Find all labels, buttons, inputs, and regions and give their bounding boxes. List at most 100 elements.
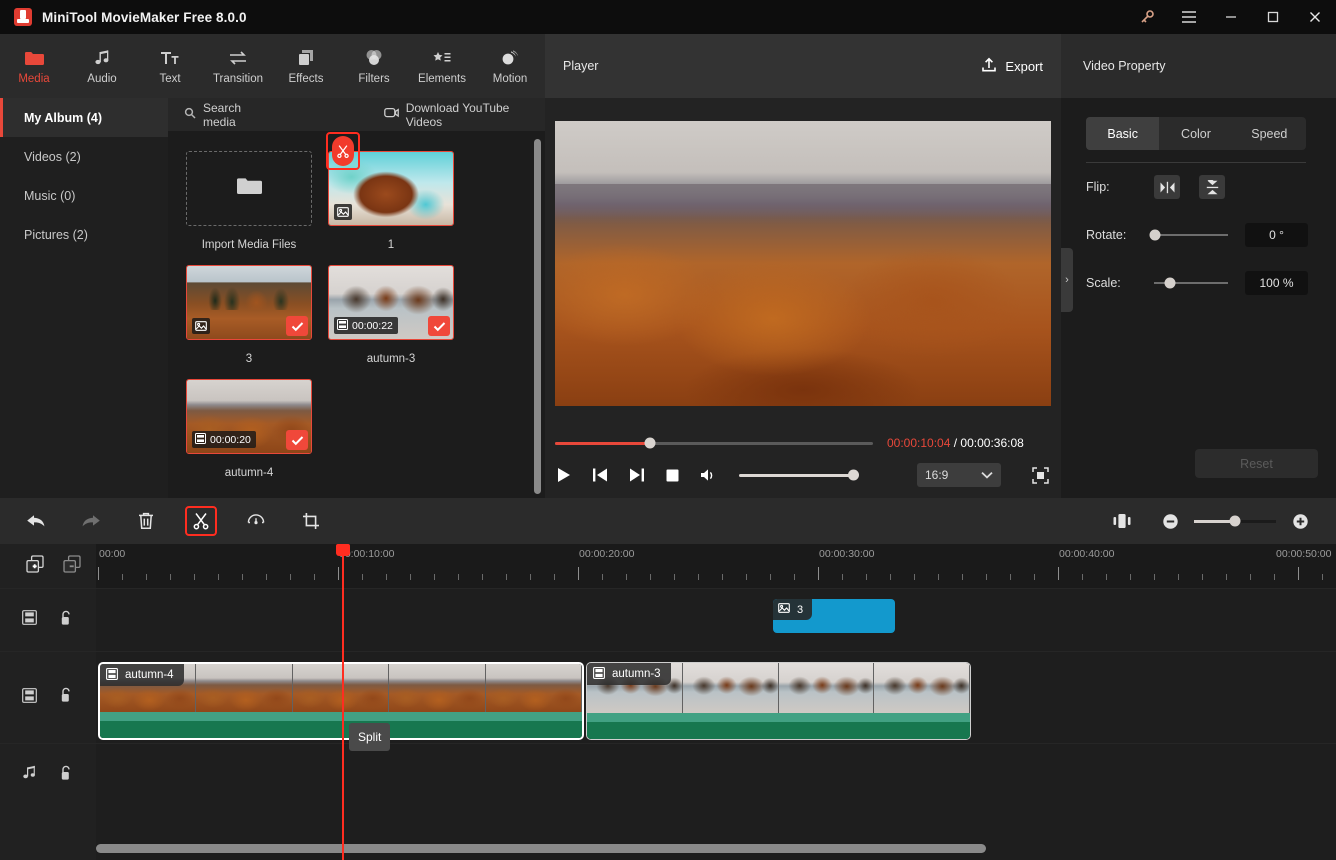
download-youtube-videos-button[interactable]: Download YouTube Videos: [383, 101, 529, 129]
volume-slider[interactable]: [739, 469, 859, 481]
export-button[interactable]: Export: [981, 57, 1043, 76]
unlock-icon[interactable]: [59, 610, 73, 631]
timeline-pip-clip[interactable]: 3: [773, 599, 895, 633]
flip-horizontal-button[interactable]: [1154, 175, 1180, 199]
selected-check-icon[interactable]: [428, 316, 450, 336]
menu-icon[interactable]: [1168, 0, 1210, 34]
property-title: Video Property: [1083, 59, 1166, 73]
unlock-icon[interactable]: [59, 687, 73, 708]
tab-filters[interactable]: Filters: [340, 34, 408, 98]
transition-arrows-icon: [228, 48, 248, 68]
timeline-track-audio-1[interactable]: [96, 743, 1336, 806]
timeline-clip-autumn-4[interactable]: autumn-4: [98, 662, 584, 740]
playhead[interactable]: [336, 544, 350, 860]
ruler-label: 00:00:30:00: [819, 548, 875, 560]
minimize-button[interactable]: [1210, 0, 1252, 34]
media-vertical-scrollbar[interactable]: [534, 139, 541, 494]
maximize-button[interactable]: [1252, 0, 1294, 34]
selected-check-icon[interactable]: [286, 430, 308, 450]
seek-slider[interactable]: [555, 437, 873, 449]
speed-button[interactable]: [240, 506, 272, 536]
redo-button[interactable]: [75, 506, 107, 536]
property-header: Video Property: [1061, 34, 1336, 98]
search-input[interactable]: Search media: [184, 101, 266, 129]
chevron-right-icon: ›: [1065, 274, 1069, 286]
next-frame-button[interactable]: [627, 466, 645, 484]
ruler-tick: [170, 574, 171, 580]
ruler-tick: [434, 574, 435, 580]
ruler-tick: [866, 574, 867, 580]
tab-transition[interactable]: Transition: [204, 34, 272, 98]
delete-button[interactable]: [130, 506, 162, 536]
tab-audio[interactable]: Audio: [68, 34, 136, 98]
timeline-zoom-slider[interactable]: [1194, 515, 1276, 527]
timeline-horizontal-scrollbar[interactable]: [96, 844, 986, 853]
timeline-clip-autumn-3[interactable]: autumn-3: [586, 662, 971, 740]
stop-button[interactable]: [663, 466, 681, 484]
rotate-value[interactable]: 0 °: [1245, 223, 1308, 247]
media-caption: 1: [387, 239, 395, 251]
remove-track-icon[interactable]: [63, 554, 81, 578]
volume-handle[interactable]: [848, 469, 859, 481]
ruler-tick: [650, 574, 651, 580]
scale-value[interactable]: 100 %: [1245, 271, 1308, 295]
tab-effects[interactable]: Effects: [272, 34, 340, 98]
tab-speed[interactable]: Speed: [1233, 117, 1306, 150]
timeline-track-video-1[interactable]: autumn-4 autumn-3: [96, 651, 1336, 743]
split-marker[interactable]: [326, 132, 360, 170]
media-thumbnail[interactable]: 00:00:20: [186, 379, 312, 454]
zoom-in-button[interactable]: [1284, 506, 1316, 536]
fullscreen-button[interactable]: [1029, 464, 1051, 486]
play-button[interactable]: [555, 466, 573, 484]
media-item-3[interactable]: 3: [186, 265, 312, 365]
close-button[interactable]: [1294, 0, 1336, 34]
seek-handle[interactable]: [644, 437, 656, 449]
tab-elements[interactable]: Elements: [408, 34, 476, 98]
previous-frame-button[interactable]: [591, 466, 609, 484]
tab-label: Motion: [492, 72, 528, 85]
ruler-tick: [1130, 574, 1131, 580]
selected-check-icon[interactable]: [286, 316, 308, 336]
media-item-autumn-4[interactable]: 00:00:20 autumn-4: [186, 379, 312, 479]
preview-stage[interactable]: [555, 121, 1051, 406]
zoom-out-button[interactable]: [1154, 506, 1186, 536]
zoom-handle[interactable]: [1229, 515, 1241, 527]
flip-vertical-button[interactable]: [1199, 175, 1225, 199]
rotate-handle[interactable]: [1149, 229, 1161, 241]
import-media-cell[interactable]: Import Media Files: [186, 151, 312, 251]
unlock-icon[interactable]: [59, 765, 73, 786]
media-item-autumn-3[interactable]: 00:00:22 autumn-3: [328, 265, 454, 365]
tab-text[interactable]: Text: [136, 34, 204, 98]
fit-timeline-icon[interactable]: [1106, 506, 1138, 536]
tab-motion[interactable]: Motion: [476, 34, 544, 98]
split-button[interactable]: [185, 506, 217, 536]
export-icon: [981, 57, 997, 76]
scale-slider[interactable]: [1154, 277, 1228, 289]
volume-button[interactable]: [699, 466, 717, 484]
ruler-tick: [890, 574, 891, 580]
media-thumbnail[interactable]: [186, 265, 312, 340]
rotate-slider[interactable]: [1149, 229, 1228, 241]
media-thumbnail[interactable]: 00:00:22: [328, 265, 454, 340]
reset-button[interactable]: Reset: [1195, 449, 1318, 478]
key-icon[interactable]: [1126, 0, 1168, 34]
undo-button[interactable]: [20, 506, 52, 536]
album-item-my-album[interactable]: My Album (4): [0, 98, 168, 137]
aspect-ratio-select[interactable]: 16:9: [917, 463, 1001, 487]
album-item-videos[interactable]: Videos (2): [0, 137, 168, 176]
album-item-music[interactable]: Music (0): [0, 176, 168, 215]
panel-collapse-toggle[interactable]: ›: [1061, 248, 1073, 312]
video-duration-badge: 00:00:22: [334, 317, 398, 334]
music-note-icon: [22, 765, 37, 785]
ruler-tick: [626, 574, 627, 580]
tab-media[interactable]: Media: [0, 34, 68, 98]
import-media-box[interactable]: [186, 151, 312, 226]
album-item-pictures[interactable]: Pictures (2): [0, 215, 168, 254]
tab-basic[interactable]: Basic: [1086, 117, 1160, 150]
tab-color[interactable]: Color: [1159, 117, 1232, 150]
crop-button[interactable]: [295, 506, 327, 536]
scale-handle[interactable]: [1164, 277, 1176, 289]
timeline-ruler[interactable]: 00:00 00:00:10:00 00:00:20:00 00:00:30:0…: [96, 544, 1336, 588]
timeline-track-video-2[interactable]: 3: [96, 588, 1336, 651]
add-track-icon[interactable]: [26, 554, 44, 578]
